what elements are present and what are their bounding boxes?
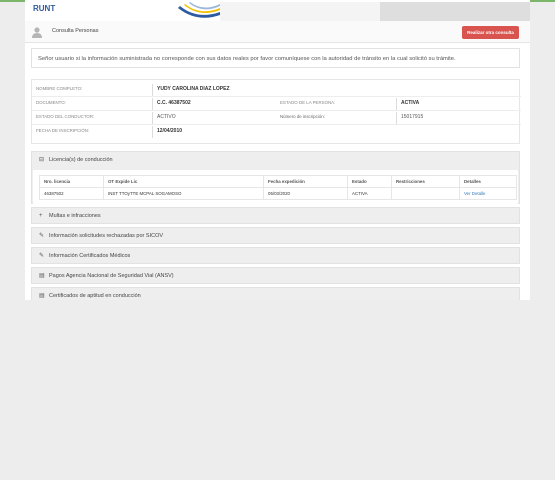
brand-logo: RUNT	[25, 2, 220, 21]
issuer-cell: INST TTOyTTE MCPAL SOGAMOSO	[103, 187, 264, 200]
document-label: DOCUMENTO:	[36, 100, 66, 105]
name-label: NOMBRE COMPLETO:	[36, 86, 83, 91]
view-details-link[interactable]: Ver Detalle	[464, 191, 485, 196]
sicov-panel-title: Información solicitudes rechazadas por S…	[49, 233, 164, 239]
document-value: C.C. 46387502	[157, 100, 191, 106]
fines-panel[interactable]: + Multas e infracciones	[31, 207, 520, 224]
sub-header-bar: Consulta Personas Realizar otra consulta	[25, 21, 530, 43]
table-row: 46387502 INST TTOyTTE MCPAL SOGAMOSO 05/…	[39, 187, 517, 200]
registration-date-divider	[152, 126, 153, 138]
licenses-panel-title: Licencia(s) de conducción	[49, 157, 113, 163]
fines-panel-title: Multas e infracciones	[49, 213, 101, 219]
notice-box: Señor usuario si la información suminist…	[31, 48, 520, 68]
row-divider	[32, 124, 521, 125]
logo-swoosh-icon	[178, 2, 220, 18]
medical-panel[interactable]: ✎ Información Certificados Médicos	[31, 247, 520, 264]
column-header: Nro. licencia	[39, 175, 104, 188]
restrictions-cell	[391, 187, 460, 200]
certificates-panel-title: Certificados de aptitud en conducción	[49, 293, 141, 299]
sicov-panel[interactable]: ✎ Información solicitudes rechazadas por…	[31, 227, 520, 244]
driver-status-value: ACTIVO	[157, 114, 176, 120]
registration-number-label: Número de inscripción:	[280, 114, 325, 119]
card-icon: ▤	[39, 293, 45, 299]
licenses-table: Nro. licencia OT Expide Lic Fecha expedi…	[39, 175, 517, 200]
ansv-panel-title: Pagos Agencia Nacional de Seguridad Vial…	[49, 273, 174, 279]
person-status-divider	[396, 98, 397, 110]
registration-number-value: 15017915	[401, 114, 424, 120]
site-header: RUNT	[25, 2, 530, 21]
licenses-panel: ⊟ Licencia(s) de conducción Nro. licenci…	[31, 151, 520, 204]
column-header: Fecha expedición	[263, 175, 348, 188]
check-icon: ✎	[39, 233, 45, 239]
document-divider	[152, 98, 153, 110]
column-header: Estado	[347, 175, 392, 188]
column-header: Restricciones	[391, 175, 460, 188]
medical-panel-title: Información Certificados Médicos	[49, 253, 131, 259]
driver-status-divider	[152, 112, 153, 124]
column-header: OT Expide Lic	[103, 175, 264, 188]
registration-number-divider	[396, 112, 397, 124]
header-strip	[220, 2, 380, 21]
minus-icon: ⊟	[39, 157, 45, 163]
page-container: RUNT Consulta Personas Realizar otra con…	[25, 0, 530, 300]
issue-date-cell: 05/03/2020	[263, 187, 348, 200]
person-status-value: ACTIVA	[401, 100, 420, 106]
licenses-panel-header[interactable]: ⊟ Licencia(s) de conducción	[32, 152, 519, 169]
table-header-row: Nro. licencia OT Expide Lic Fecha expedi…	[39, 175, 517, 188]
driver-status-label: ESTADO DEL CONDUCTOR:	[36, 114, 95, 119]
status-cell: ACTIVA	[347, 187, 392, 200]
check-icon: ✎	[39, 253, 45, 259]
name-divider	[152, 84, 153, 96]
ansv-panel[interactable]: ▤ Pagos Agencia Nacional de Seguridad Vi…	[31, 267, 520, 284]
details-cell: Ver Detalle	[459, 187, 517, 200]
licenses-panel-body: Nro. licencia OT Expide Lic Fecha expedi…	[33, 170, 518, 204]
license-number-cell: 46387502	[39, 187, 104, 200]
name-value: YUDY CAROLINA DIAZ LOPEZ	[157, 86, 230, 92]
registration-date-value: 12/04/2010	[157, 128, 183, 134]
plus-icon: +	[39, 213, 43, 219]
new-query-button[interactable]: Realizar otra consulta	[462, 26, 519, 39]
column-header: Detalles	[459, 175, 517, 188]
registration-date-label: FECHA DE INSCRIPCIÓN:	[36, 128, 90, 133]
certificates-panel[interactable]: ▤ Certificados de aptitud en conducción	[31, 287, 520, 300]
notice-text: Señor usuario si la información suminist…	[38, 56, 456, 62]
row-divider	[32, 96, 521, 97]
brand-name: RUNT	[33, 4, 56, 13]
header-strip-dark	[380, 2, 530, 21]
card-icon: ▤	[39, 273, 45, 279]
person-status-label: ESTADO DE LA PERSONA:	[280, 100, 336, 105]
page-title: Consulta Personas	[52, 28, 99, 34]
person-info-panel: NOMBRE COMPLETO: YUDY CAROLINA DIAZ LOPE…	[31, 79, 521, 144]
row-divider	[32, 110, 521, 111]
user-icon	[32, 27, 42, 38]
